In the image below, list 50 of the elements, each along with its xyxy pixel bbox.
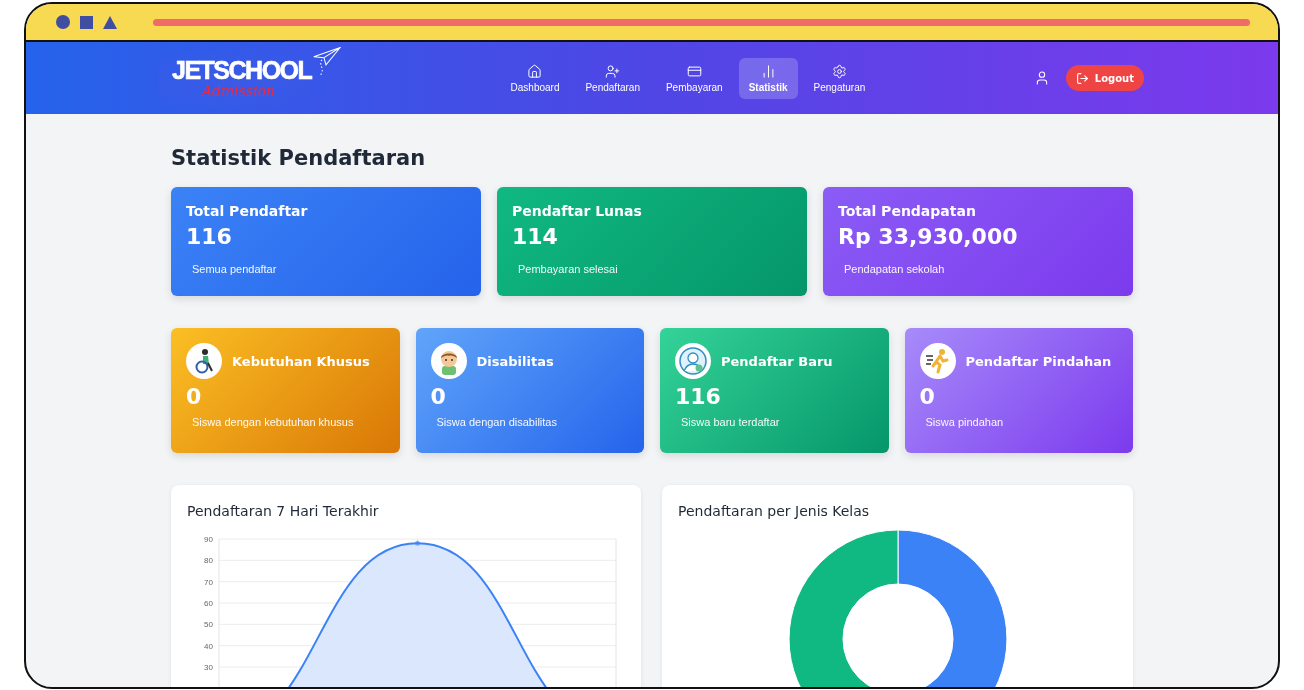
paper-plane-icon: [313, 47, 342, 76]
home-icon: [527, 63, 543, 79]
y-axis-label: 70: [204, 577, 213, 587]
nav-tab[interactable]: Statistik: [738, 57, 798, 99]
card-title: Pendaftar Baru: [721, 353, 833, 369]
nav-tab[interactable]: Pengaturan: [803, 57, 876, 99]
card-title: Pendaftar Pindahan: [965, 353, 1112, 369]
credit-card-icon: [686, 63, 702, 79]
card-note: Siswa pindahan: [925, 416, 1005, 428]
square-icon: [80, 15, 93, 29]
logout-button[interactable]: Logout: [1065, 65, 1144, 91]
settings-icon: [831, 63, 847, 79]
y-axis-label: 50: [204, 620, 213, 630]
y-axis-label: 90: [204, 535, 213, 544]
nav-tab[interactable]: Pembayaran: [655, 57, 733, 99]
nav-tab[interactable]: Pendaftaran: [575, 57, 650, 99]
card-title: Total Pendapatan: [838, 203, 977, 219]
card-value: Rp 33,930,000: [838, 224, 1019, 249]
circle-icon: [56, 15, 70, 29]
panel-title: Pendaftaran per Jenis Kelas: [678, 503, 871, 519]
card-title: Disabilitas: [476, 353, 554, 369]
card-note: Semua pendaftar: [192, 263, 278, 275]
y-axis-label: 80: [204, 556, 213, 566]
card-note: Siswa dengan kebutuhan khusus: [192, 416, 355, 428]
logo-text: JETSCHOOL: [172, 57, 312, 83]
card-value: 0: [919, 384, 936, 409]
card-title: Total Pendaftar: [186, 203, 309, 219]
triangle-icon: [103, 15, 117, 29]
logout-icon: [1075, 71, 1089, 85]
card-note: Pembayaran selesai: [518, 263, 619, 275]
card-value: 116: [675, 384, 722, 409]
y-axis-label: 60: [204, 599, 213, 608]
bar-chart-icon: [760, 63, 776, 79]
y-axis-label: 30: [204, 663, 213, 672]
nav-tab[interactable]: Dashboard: [500, 57, 570, 99]
card-value: 116: [186, 224, 233, 249]
panel-title: Pendaftaran 7 Hari Terakhir: [187, 503, 380, 519]
card-value: 0: [186, 384, 203, 409]
card-note: Siswa dengan disabilitas: [436, 416, 558, 428]
user-plus-icon: [605, 63, 621, 79]
logo-tagline: Admission: [202, 83, 277, 100]
card-value: 114: [512, 224, 559, 249]
card-note: Siswa baru terdaftar: [681, 416, 781, 428]
card-title: Kebutuhan Khusus: [232, 353, 370, 369]
data-point: [415, 540, 420, 546]
card-note: Pendapatan sekolah: [844, 263, 946, 275]
y-axis-label: 40: [204, 641, 213, 651]
page-title: Statistik Pendaftaran: [171, 146, 427, 170]
card-value: 0: [430, 384, 447, 409]
card-title: Pendaftar Lunas: [512, 203, 643, 219]
